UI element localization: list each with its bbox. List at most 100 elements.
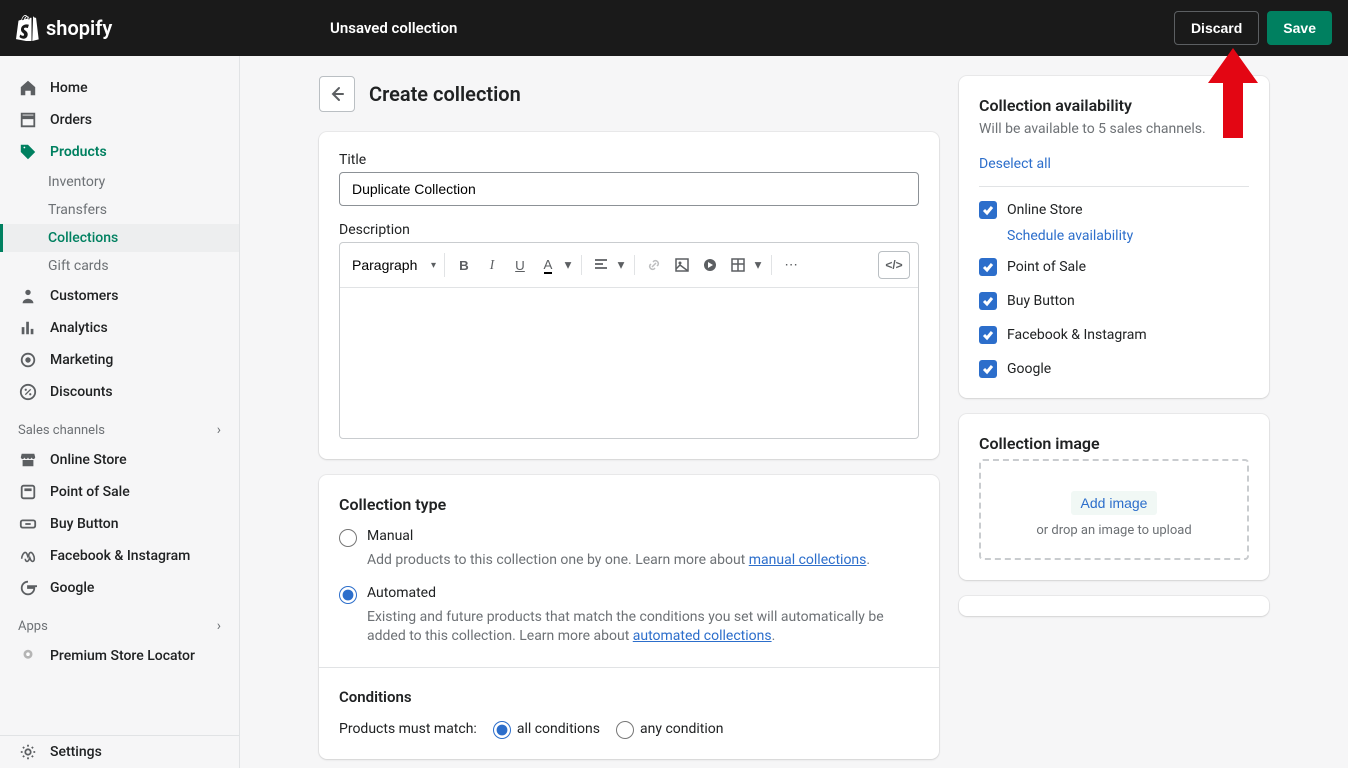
main-content: Create collection Title Description Para… [240, 56, 1348, 768]
topbar: shopify Unsaved collection Discard Save [0, 0, 1348, 56]
image-button[interactable] [669, 252, 695, 278]
nav-gift-cards[interactable]: Gift cards [0, 252, 239, 280]
deselect-all-link[interactable]: Deselect all [979, 156, 1051, 172]
sidebar: Home Orders Products Inventory Transfers… [0, 56, 240, 768]
discard-button[interactable]: Discard [1174, 11, 1259, 45]
card-collection-image: Collection image Add image or drop an im… [959, 414, 1269, 580]
nav-facebook-instagram[interactable]: Facebook & Instagram [0, 540, 239, 572]
nav-settings[interactable]: Settings [0, 736, 239, 768]
save-button[interactable]: Save [1267, 11, 1332, 45]
card-extra [959, 596, 1269, 616]
card-title-description: Title Description Paragraph B I U A▾ ▾ [319, 132, 939, 459]
add-image-button[interactable]: Add image [1071, 491, 1158, 515]
customers-icon [19, 287, 37, 305]
nav-collections[interactable]: Collections [0, 224, 239, 252]
availability-heading: Collection availability [979, 96, 1249, 115]
nav-app-store-locator[interactable]: Premium Store Locator [0, 640, 239, 672]
checkbox-google[interactable] [979, 360, 997, 378]
align-caret[interactable]: ▾ [614, 252, 628, 278]
title-input[interactable] [339, 172, 919, 206]
rich-text-editor: Paragraph B I U A▾ ▾ ▾ ⋯ < [339, 242, 919, 439]
description-input[interactable] [340, 288, 918, 438]
underline-button[interactable]: U [507, 252, 533, 278]
color-caret[interactable]: ▾ [561, 252, 575, 278]
video-button[interactable] [697, 252, 723, 278]
color-button[interactable]: A [535, 252, 561, 278]
pos-icon [19, 483, 37, 501]
image-dropzone[interactable]: Add image or drop an image to upload [979, 459, 1249, 560]
nav-home[interactable]: Home [0, 72, 239, 104]
conditions-match-row: Products must match: all conditions any … [339, 720, 919, 739]
automated-description: Existing and future products that match … [367, 608, 919, 647]
arrow-left-icon [327, 84, 347, 104]
page-title: Create collection [369, 82, 521, 106]
dropzone-text: or drop an image to upload [991, 523, 1237, 538]
analytics-icon [19, 319, 37, 337]
nav-section-apps: Apps› [0, 604, 239, 640]
discounts-icon [19, 383, 37, 401]
manual-label[interactable]: Manual [367, 528, 413, 544]
nav-discounts[interactable]: Discounts [0, 376, 239, 408]
checkbox-online-store[interactable] [979, 201, 997, 219]
radio-automated[interactable] [339, 586, 357, 604]
link-button[interactable] [641, 252, 667, 278]
shopify-bag-icon [16, 15, 40, 41]
topbar-actions: Discard Save [1174, 11, 1332, 45]
collection-type-heading: Collection type [339, 495, 919, 514]
nav-pos[interactable]: Point of Sale [0, 476, 239, 508]
nav-transfers[interactable]: Transfers [0, 196, 239, 224]
table-caret[interactable]: ▾ [751, 252, 765, 278]
marketing-icon [19, 351, 37, 369]
store-icon [19, 451, 37, 469]
table-button[interactable] [725, 252, 751, 278]
image-heading: Collection image [979, 434, 1249, 453]
automated-label[interactable]: Automated [367, 585, 436, 601]
bold-button[interactable]: B [451, 252, 477, 278]
page-header: Create collection [319, 76, 939, 112]
orders-icon [19, 111, 37, 129]
chevron-right-icon[interactable]: › [217, 422, 221, 438]
radio-manual[interactable] [339, 529, 357, 547]
conditions-heading: Conditions [339, 688, 919, 706]
availability-subtext: Will be available to 5 sales channels. [979, 121, 1249, 137]
gear-icon [19, 743, 37, 761]
radio-all-conditions[interactable] [493, 721, 511, 739]
nav-inventory[interactable]: Inventory [0, 168, 239, 196]
chevron-right-icon[interactable]: › [217, 618, 221, 634]
back-button[interactable] [319, 76, 355, 112]
manual-description: Add products to this collection one by o… [367, 551, 919, 571]
pin-icon [19, 647, 37, 665]
nav-customers[interactable]: Customers [0, 280, 239, 312]
title-label: Title [339, 152, 919, 168]
google-icon [19, 579, 37, 597]
nav-marketing[interactable]: Marketing [0, 344, 239, 376]
rte-format-select[interactable]: Paragraph [348, 253, 438, 277]
meta-icon [19, 547, 37, 565]
description-label: Description [339, 222, 919, 238]
align-button[interactable] [588, 252, 614, 278]
code-view-button[interactable]: </> [878, 251, 910, 279]
checkbox-fb-ig[interactable] [979, 326, 997, 344]
layout: Home Orders Products Inventory Transfers… [0, 56, 1348, 768]
nav-google[interactable]: Google [0, 572, 239, 604]
products-icon [19, 143, 37, 161]
italic-button[interactable]: I [479, 252, 505, 278]
more-button[interactable]: ⋯ [778, 252, 804, 278]
checkbox-pos[interactable] [979, 258, 997, 276]
nav-buy-button[interactable]: Buy Button [0, 508, 239, 540]
checkbox-buy-button[interactable] [979, 292, 997, 310]
nav-online-store[interactable]: Online Store [0, 444, 239, 476]
rte-toolbar: Paragraph B I U A▾ ▾ ▾ ⋯ < [340, 243, 918, 288]
nav-products[interactable]: Products [0, 136, 239, 168]
card-availability: Collection availability Will be availabl… [959, 76, 1269, 398]
shopify-logo: shopify [16, 15, 112, 41]
nav-orders[interactable]: Orders [0, 104, 239, 136]
nav-analytics[interactable]: Analytics [0, 312, 239, 344]
home-icon [19, 79, 37, 97]
nav-section-sales-channels: Sales channels› [0, 408, 239, 444]
schedule-availability-link[interactable]: Schedule availability [1007, 228, 1133, 244]
manual-collections-link[interactable]: manual collections [749, 552, 867, 568]
radio-any-condition[interactable] [616, 721, 634, 739]
card-collection-type: Collection type Manual Add products to t… [319, 475, 939, 759]
automated-collections-link[interactable]: automated collections [633, 628, 772, 644]
